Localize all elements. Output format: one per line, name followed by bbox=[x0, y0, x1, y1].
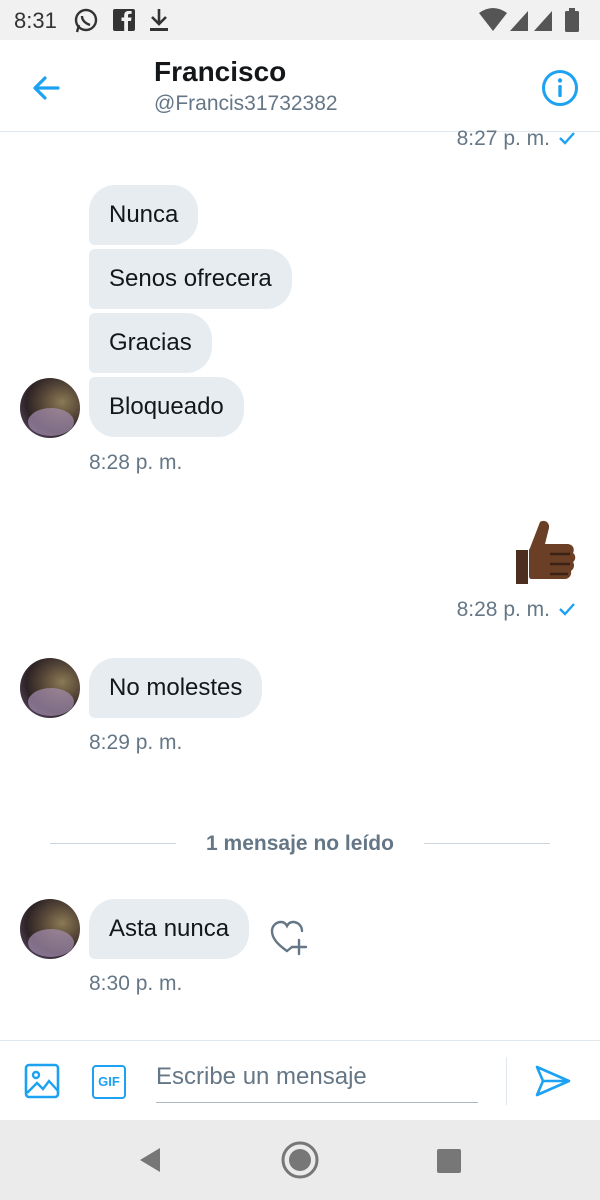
message-input[interactable]: Escribe un mensaje bbox=[156, 1059, 478, 1103]
contact-name: Francisco bbox=[154, 56, 287, 87]
image-icon[interactable] bbox=[24, 1063, 60, 1099]
unread-separator: 1 mensaje no leído bbox=[206, 832, 394, 855]
contact-handle: @Francis31732382 bbox=[154, 92, 338, 115]
received-message-bubble[interactable]: Senos ofrecera bbox=[89, 249, 292, 309]
thumbs-up-icon[interactable] bbox=[510, 518, 576, 588]
message-timestamp: 8:27 p. m. bbox=[457, 127, 576, 151]
status-bar: 8:31 bbox=[0, 0, 600, 40]
back-arrow-icon[interactable] bbox=[26, 68, 66, 108]
nav-home-icon[interactable] bbox=[280, 1140, 320, 1180]
received-message-bubble[interactable]: Gracias bbox=[89, 313, 212, 373]
download-icon bbox=[150, 9, 168, 31]
facebook-icon bbox=[113, 9, 135, 31]
timestamp-text: 8:27 p. m. bbox=[456, 127, 550, 150]
whatsapp-icon bbox=[74, 8, 98, 33]
read-check-icon bbox=[559, 132, 575, 145]
android-navigation-bar bbox=[0, 1120, 600, 1200]
avatar[interactable] bbox=[20, 899, 80, 959]
info-icon[interactable] bbox=[540, 68, 580, 108]
message-composer: GIF Escribe un mensaje bbox=[0, 1040, 600, 1120]
signal-icon bbox=[534, 11, 552, 31]
received-message-bubble[interactable]: Asta nunca bbox=[89, 899, 250, 959]
send-icon[interactable] bbox=[534, 1063, 572, 1099]
signal-icon bbox=[510, 11, 528, 31]
message-timestamp: 8:30 p. m. bbox=[89, 972, 183, 995]
wifi-icon bbox=[479, 8, 507, 31]
received-message-bubble[interactable]: Bloqueado bbox=[89, 377, 244, 437]
received-message-bubble[interactable]: Nunca bbox=[89, 185, 199, 245]
message-timestamp: 8:29 p. m. bbox=[89, 731, 183, 754]
composer-separator bbox=[506, 1057, 507, 1105]
nav-recents-icon[interactable] bbox=[436, 1148, 462, 1174]
conversation-header: Francisco @Francis31732382 bbox=[0, 40, 600, 132]
gif-button[interactable]: GIF bbox=[92, 1065, 126, 1099]
nav-back-icon[interactable] bbox=[136, 1146, 164, 1174]
divider-line bbox=[424, 843, 550, 844]
message-timestamp: 8:28 p. m. bbox=[457, 598, 576, 622]
like-heart-plus-icon[interactable] bbox=[270, 920, 310, 956]
message-timestamp: 8:28 p. m. bbox=[89, 451, 183, 474]
received-message-bubble[interactable]: No molestes bbox=[89, 658, 263, 718]
timestamp-text: 8:28 p. m. bbox=[456, 598, 550, 621]
avatar[interactable] bbox=[20, 378, 80, 438]
read-check-icon bbox=[559, 603, 575, 616]
avatar[interactable] bbox=[20, 658, 80, 718]
status-time: 8:31 bbox=[14, 8, 57, 33]
battery-icon bbox=[565, 8, 579, 32]
